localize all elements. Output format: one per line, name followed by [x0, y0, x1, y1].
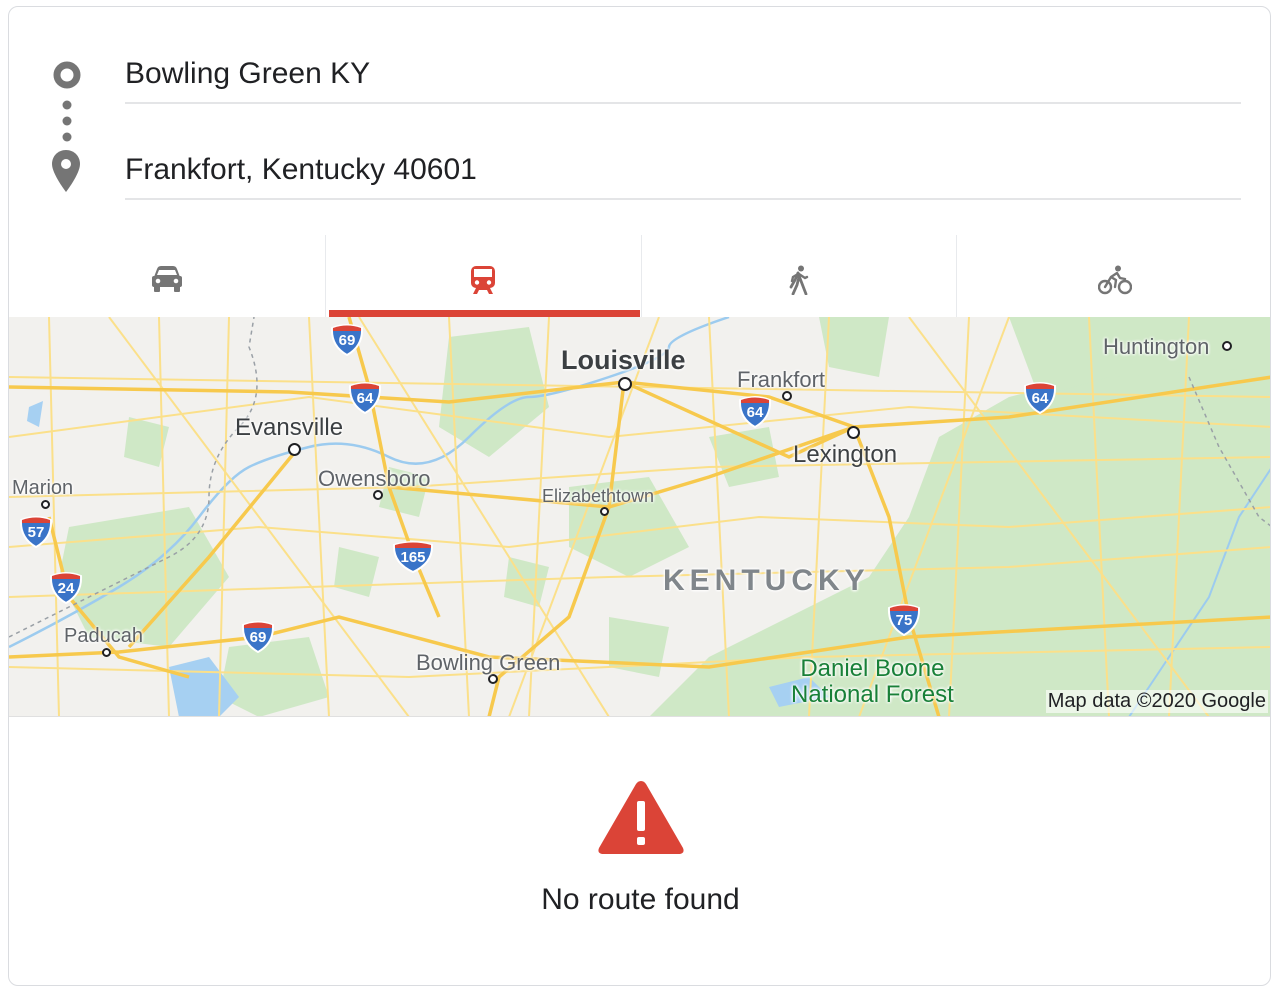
origin-value: Bowling Green KY	[125, 57, 371, 90]
city-label-paducah: Paducah	[64, 625, 143, 647]
forest-label-line1: Daniel Boone	[800, 655, 945, 682]
forest-label-line2: National Forest	[791, 681, 954, 708]
travel-mode-tabs	[9, 235, 1270, 317]
city-label-bowling-green: Bowling Green	[416, 650, 561, 675]
city-label-evansville: Evansville	[235, 414, 344, 441]
destination-pin-icon	[52, 150, 80, 192]
map-canvas	[9, 317, 1270, 716]
city-label-louisville: Louisville	[561, 345, 686, 375]
map-attribution[interactable]: Map data ©2020 Google	[1045, 690, 1268, 713]
interstate-64-frankfort-shield: 64	[738, 394, 772, 428]
evansville-dot	[288, 443, 301, 456]
tab-cycling[interactable]	[956, 235, 1270, 317]
city-label-frankfort: Frankfort	[737, 367, 826, 392]
city-label-owensboro: Owensboro	[318, 466, 431, 491]
walking-icon	[789, 265, 809, 295]
bicycle-icon	[1097, 265, 1132, 295]
no-route-panel: No route found	[9, 777, 1270, 917]
directions-card: Bowling Green KY Frankfort, Kentucky 406…	[8, 6, 1271, 986]
interstate-64-west-shield: 64	[348, 380, 382, 414]
origin-circle-icon	[53, 61, 81, 89]
route-dots-icon	[62, 100, 72, 142]
marion-dot	[41, 500, 50, 509]
paducah-dot	[102, 648, 111, 657]
interstate-57-shield: 57	[19, 514, 53, 548]
elizabethtown-dot	[600, 507, 609, 516]
tab-transit[interactable]	[324, 235, 641, 317]
forest-label: Daniel Boone National Forest	[791, 656, 954, 708]
train-icon	[471, 266, 496, 294]
huntington-dot	[1222, 341, 1232, 351]
destination-value: Frankfort, Kentucky 40601	[125, 153, 477, 186]
city-label-marion: Marion	[12, 477, 74, 499]
interstate-24-shield: 24	[49, 570, 83, 604]
destination-input[interactable]: Frankfort, Kentucky 40601	[125, 150, 1241, 200]
tab-driving[interactable]	[9, 235, 325, 317]
no-route-message: No route found	[541, 883, 740, 916]
warning-icon	[597, 781, 684, 854]
interstate-64-east-shield: 64	[1023, 380, 1057, 414]
interstate-165-shield: 165	[392, 539, 434, 573]
origin-input[interactable]: Bowling Green KY	[125, 54, 1241, 104]
lexington-dot	[847, 426, 860, 439]
interstate-75-shield: 75	[887, 602, 921, 636]
interstate-69-south-shield: 69	[241, 619, 275, 653]
route-map[interactable]: 69 64 64 64 57 24 165 69 75 Louisville F…	[9, 317, 1270, 717]
state-label: KENTUCKY	[663, 564, 870, 597]
city-label-huntington: Huntington	[1103, 334, 1210, 359]
tab-walking[interactable]	[640, 235, 957, 317]
car-icon	[151, 266, 182, 292]
city-label-lexington: Lexington	[793, 441, 898, 468]
city-label-elizabethtown: Elizabethtown	[542, 486, 655, 506]
interstate-69-north-shield: 69	[330, 322, 364, 356]
route-icons	[9, 7, 125, 227]
louisville-dot	[618, 377, 632, 391]
